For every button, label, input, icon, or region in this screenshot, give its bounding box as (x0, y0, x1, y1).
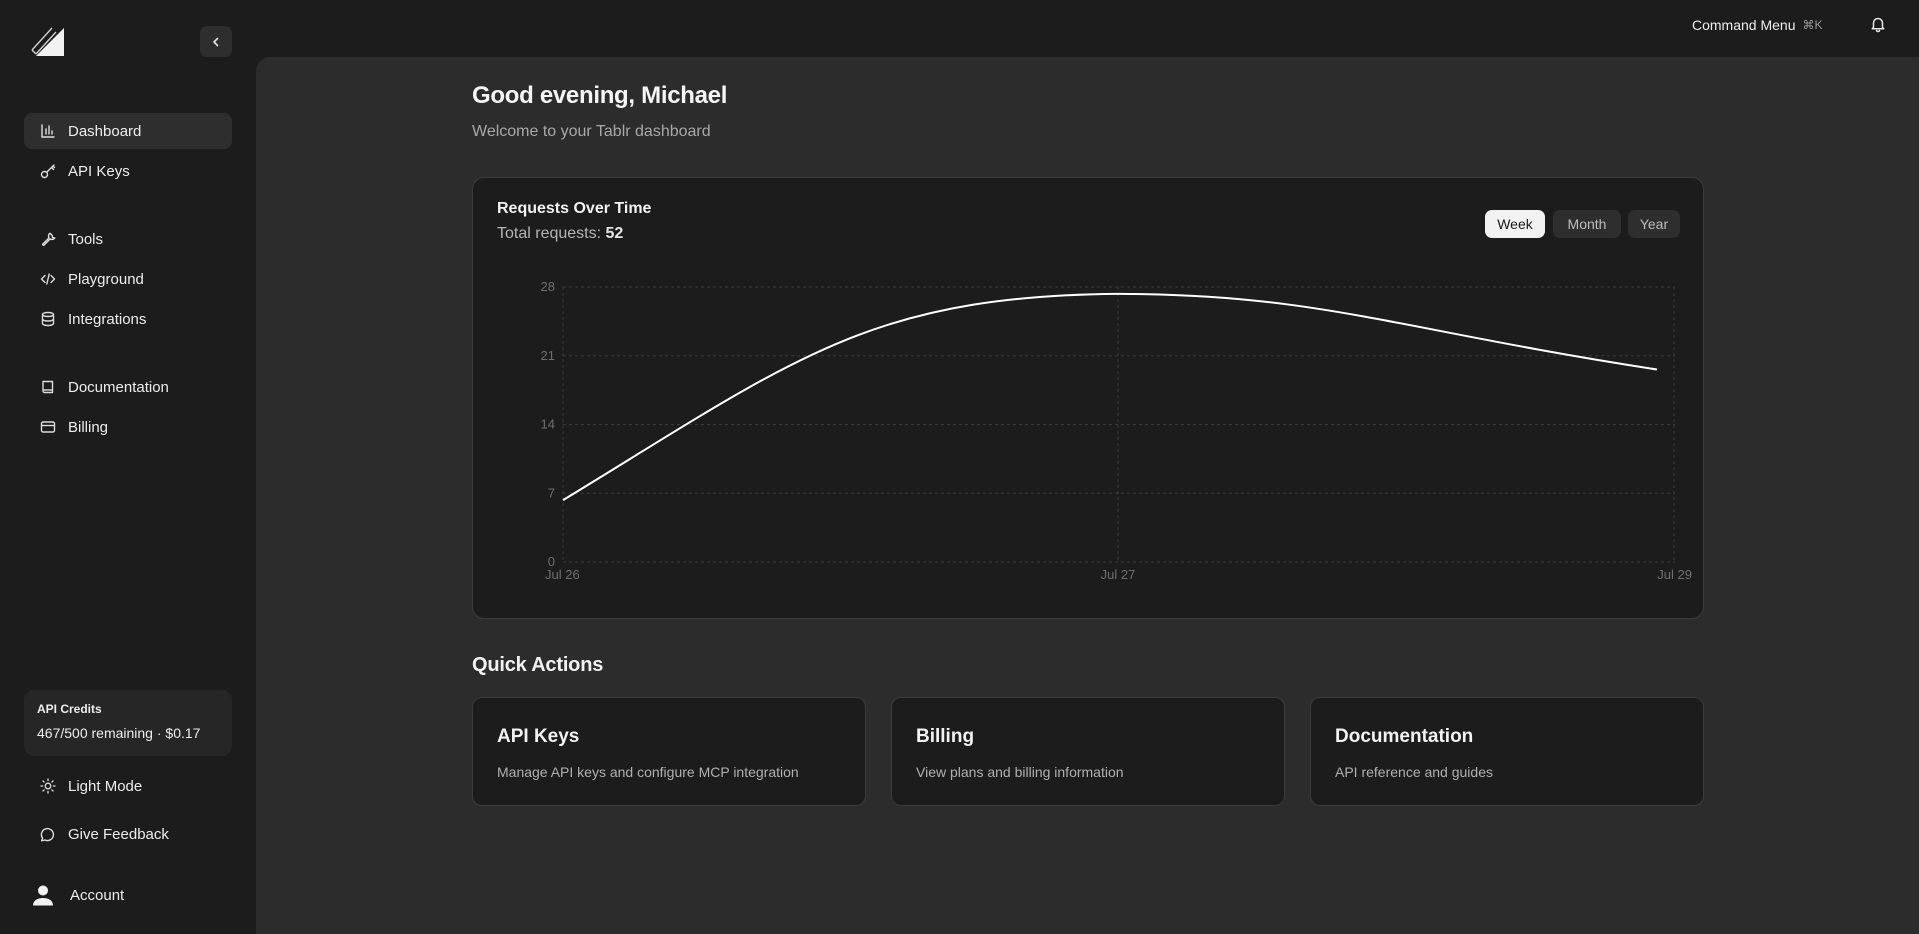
page-subtitle: Welcome to your Tablr dashboard (472, 123, 711, 140)
wrench-icon (40, 231, 56, 247)
command-menu-label: Command Menu (1692, 17, 1796, 33)
sidebar-item-billing[interactable]: Billing (24, 409, 232, 445)
credit-card-icon (40, 419, 56, 435)
sidebar-item-dashboard[interactable]: Dashboard (24, 113, 232, 149)
command-menu-button[interactable]: Command Menu ⌘K (1692, 16, 1823, 34)
give-feedback-label: Give Feedback (68, 825, 169, 843)
page-title: Good evening, Michael (472, 82, 728, 109)
sidebar-item-label: Tools (68, 230, 104, 248)
quick-action-billing[interactable]: Billing View plans and billing informati… (891, 697, 1285, 806)
light-mode-button[interactable]: Light Mode (24, 768, 232, 804)
quick-action-api-keys[interactable]: API Keys Manage API keys and configure M… (472, 697, 866, 806)
bar-chart-icon (40, 123, 56, 139)
account-label: Account (70, 886, 125, 904)
sidebar-item-label: Documentation (68, 378, 169, 396)
sidebar-item-label: Playground (68, 270, 144, 288)
book-icon (40, 379, 56, 395)
sidebar-item-documentation[interactable]: Documentation (24, 369, 232, 405)
sun-icon (40, 778, 56, 794)
api-credits-panel: API Credits 467/500 remaining · $0.17 (24, 690, 232, 756)
x-tick-label: Jul 29 (1657, 567, 1692, 582)
message-circle-icon (40, 826, 56, 842)
requests-line-chart: 07142128Jul 26 Jul 27 Jul 29 (541, 279, 1692, 582)
collapse-sidebar-button[interactable] (200, 26, 232, 57)
chevron-left-icon (213, 37, 219, 46)
quick-action-title: Billing (916, 726, 975, 747)
sidebar-item-label: Integrations (68, 310, 147, 328)
y-tick-label: 14 (541, 417, 555, 432)
command-menu-shortcut: ⌘K (1802, 18, 1823, 32)
y-tick-label: 21 (541, 348, 555, 363)
light-mode-label: Light Mode (68, 777, 143, 795)
sidebar-item-tools[interactable]: Tools (24, 221, 232, 257)
sidebar-item-playground[interactable]: Playground (24, 261, 232, 297)
api-credits-value: 467/500 remaining · $0.17 (37, 725, 201, 741)
account-button[interactable]: Account (24, 877, 232, 913)
avatar (33, 885, 53, 906)
sidebar: Dashboard API Keys Tools Playground Inte… (0, 0, 256, 934)
quick-action-documentation[interactable]: Documentation API reference and guides (1310, 697, 1704, 806)
sidebar-item-label: Billing (68, 418, 109, 436)
quick-action-description: Manage API keys and configure MCP integr… (497, 764, 799, 780)
quick-action-title: API Keys (497, 726, 580, 747)
quick-actions-title: Quick Actions (472, 654, 604, 676)
y-tick-label: 28 (541, 279, 555, 294)
give-feedback-button[interactable]: Give Feedback (24, 816, 232, 852)
requests-chart-card: Requests Over Time Total requests: 52 We… (472, 177, 1704, 619)
key-icon (40, 163, 56, 179)
y-tick-label: 7 (548, 485, 555, 500)
x-tick-label: Jul 26 (545, 567, 580, 582)
code-icon (40, 271, 56, 287)
quick-action-title: Documentation (1335, 726, 1474, 747)
quick-action-description: API reference and guides (1335, 764, 1493, 780)
series-line (562, 292, 1658, 501)
api-credits-title: API Credits (37, 702, 102, 716)
bell-icon[interactable] (1869, 15, 1887, 33)
sidebar-item-api-keys[interactable]: API Keys (24, 153, 232, 189)
sidebar-item-integrations[interactable]: Integrations (24, 301, 232, 337)
sidebar-item-label: API Keys (68, 162, 130, 180)
x-tick-label: Jul 27 (1101, 567, 1136, 582)
database-icon (40, 311, 56, 327)
sidebar-item-label: Dashboard (68, 122, 142, 140)
logo (31, 27, 64, 56)
quick-action-description: View plans and billing information (916, 764, 1124, 780)
